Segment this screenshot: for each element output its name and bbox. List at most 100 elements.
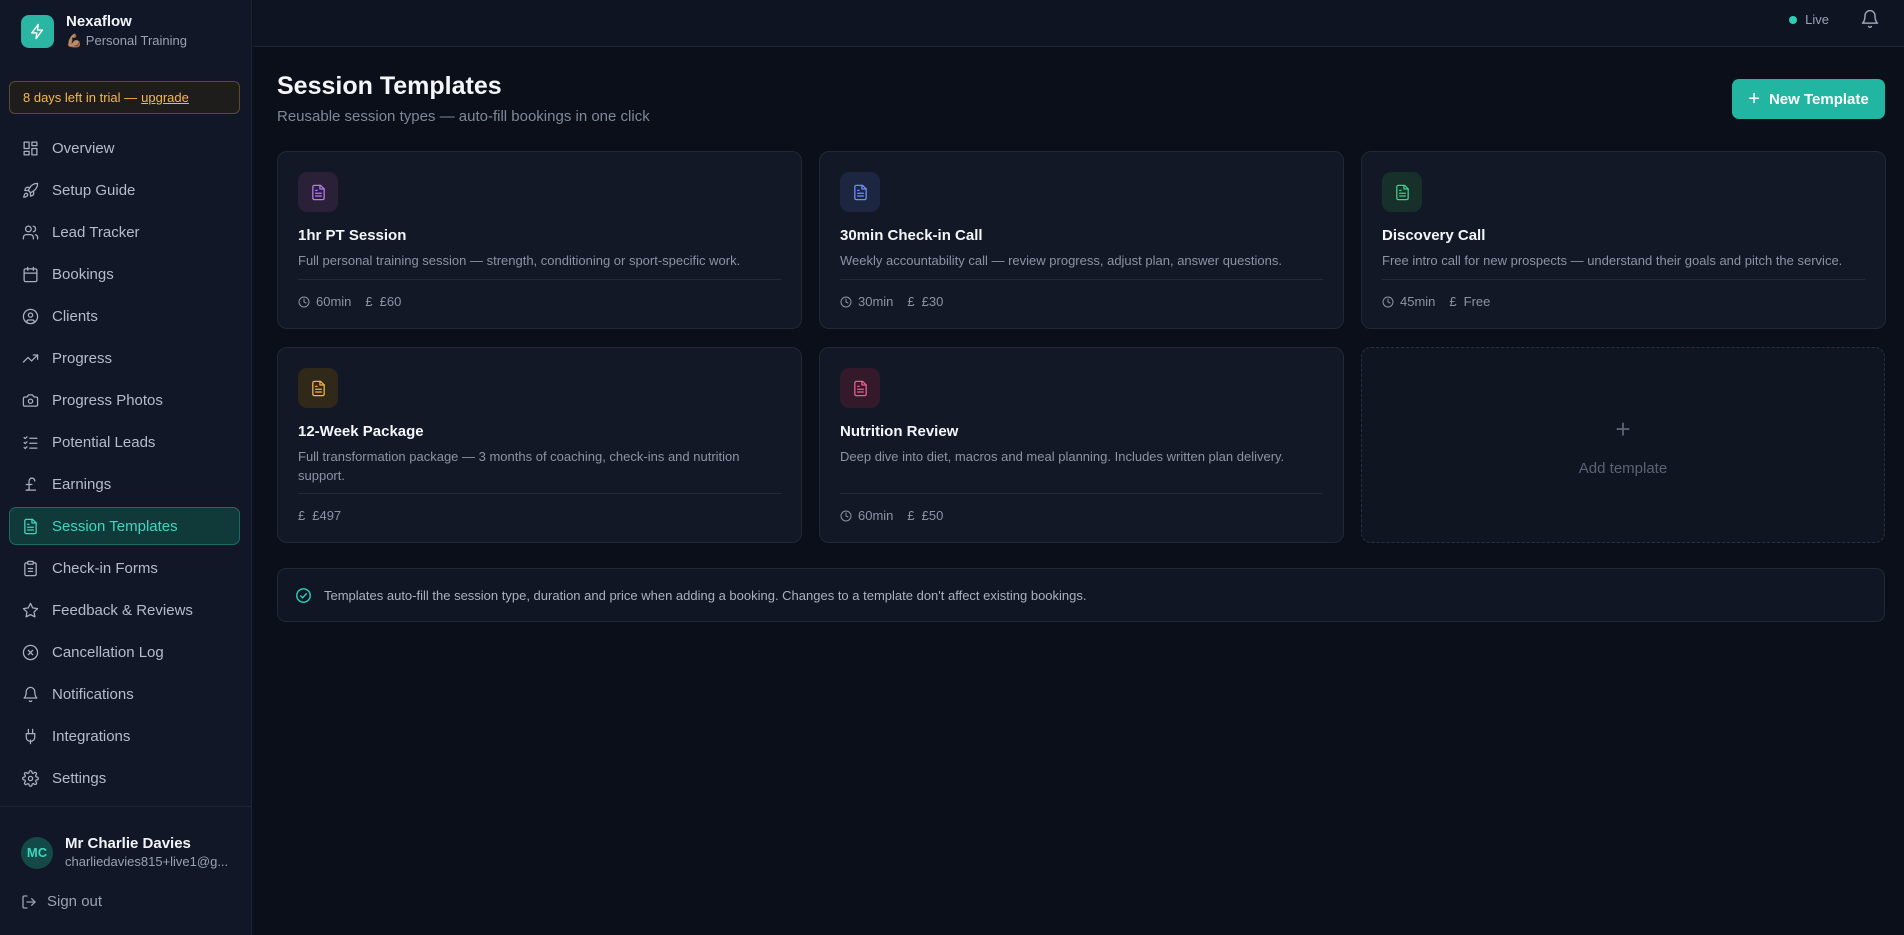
price-value: £497 bbox=[312, 508, 342, 523]
pound-icon: £ bbox=[907, 508, 915, 523]
template-card[interactable]: 1hr PT Session Full personal training ses… bbox=[277, 151, 802, 329]
live-status: Live bbox=[1789, 12, 1829, 27]
price-value: £60 bbox=[379, 294, 402, 309]
file-icon bbox=[1395, 184, 1409, 200]
sidebar-item-label: Settings bbox=[52, 769, 107, 787]
bell-icon bbox=[23, 686, 38, 702]
sidebar-item-label: Cancellation Log bbox=[52, 643, 164, 661]
sign-out-button[interactable]: Sign out bbox=[21, 893, 102, 910]
sidebar-item-progress[interactable]: Progress bbox=[9, 339, 240, 377]
plus-icon: + bbox=[1748, 88, 1760, 110]
sidebar-item-label: Clients bbox=[52, 307, 98, 325]
user-profile[interactable]: MC Mr Charlie Davies charliedavies815+li… bbox=[21, 835, 228, 870]
sidebar-item-notifications[interactable]: Notifications bbox=[9, 675, 240, 713]
add-template-card[interactable]: + Add template bbox=[1361, 347, 1885, 543]
sidebar-item-label: Overview bbox=[52, 139, 115, 157]
live-dot bbox=[1789, 15, 1798, 24]
template-title: 12-Week Package bbox=[298, 423, 424, 440]
sidebar-item-integrations[interactable]: Integrations bbox=[9, 717, 240, 755]
template-title: 1hr PT Session bbox=[298, 227, 407, 244]
sidebar-item-cancellation-log[interactable]: Cancellation Log bbox=[9, 633, 240, 671]
template-meta: £ £497 bbox=[298, 508, 355, 523]
template-title: 30min Check-in Call bbox=[840, 227, 983, 244]
template-meta: 30min £ £30 bbox=[840, 294, 957, 309]
template-card[interactable]: Nutrition Review Deep dive into diet, mac… bbox=[819, 347, 1344, 543]
live-label: Live bbox=[1805, 12, 1829, 27]
clipboard-icon bbox=[24, 560, 37, 576]
upgrade-link[interactable]: upgrade bbox=[141, 90, 189, 105]
sidebar-item-progress-photos[interactable]: Progress Photos bbox=[9, 381, 240, 419]
card-divider bbox=[840, 493, 1323, 494]
duration-value: 60min bbox=[858, 508, 894, 523]
clock-icon bbox=[840, 510, 852, 521]
sidebar-item-label: Bookings bbox=[52, 265, 114, 283]
template-description: Full personal training session — strengt… bbox=[298, 253, 741, 268]
lightning-icon bbox=[21, 14, 54, 48]
file-icon bbox=[311, 184, 325, 200]
sidebar-item-label: Progress bbox=[52, 349, 113, 367]
price-value: £30 bbox=[921, 294, 944, 309]
price: £ £497 bbox=[298, 508, 341, 523]
star-icon bbox=[22, 602, 39, 618]
template-card[interactable]: Discovery Call Free intro call for new pr… bbox=[1361, 151, 1886, 329]
template-card[interactable]: 30min Check-in Call Weekly accountability… bbox=[819, 151, 1344, 329]
new-template-button[interactable]: + New Template bbox=[1732, 79, 1885, 119]
sidebar-item-setup-guide[interactable]: Setup Guide bbox=[9, 171, 240, 209]
sidebar-item-potential-leads[interactable]: Potential Leads bbox=[9, 423, 240, 461]
x-circle-icon bbox=[22, 644, 39, 660]
template-description: Full transformation package — 3 months o… bbox=[298, 449, 740, 483]
template-icon-wrap bbox=[298, 368, 338, 408]
plug-icon bbox=[25, 728, 36, 744]
price: £ £50 bbox=[907, 508, 943, 523]
template-meta: 45min £ Free bbox=[1382, 294, 1504, 309]
price: £ £30 bbox=[907, 294, 943, 309]
file-icon bbox=[853, 380, 867, 396]
sidebar-item-label: Potential Leads bbox=[52, 433, 156, 451]
sidebar-item-label: Lead Tracker bbox=[52, 223, 140, 241]
sidebar-item-lead-tracker[interactable]: Lead Tracker bbox=[9, 213, 240, 251]
template-card[interactable]: 12-Week Package Full transformation packa… bbox=[277, 347, 802, 543]
template-description: Weekly accountability call — review prog… bbox=[840, 253, 1282, 268]
grid-icon bbox=[23, 140, 38, 156]
sidebar: Nexaflow 💪🏽 Personal Training 8 days lef… bbox=[0, 0, 252, 935]
card-divider bbox=[1382, 279, 1865, 280]
bell-icon[interactable] bbox=[1860, 9, 1880, 29]
trending-up-icon bbox=[22, 353, 39, 363]
template-icon-wrap bbox=[298, 172, 338, 212]
page-subtitle: Reusable session types — auto-fill booki… bbox=[277, 108, 650, 125]
user-name: Mr Charlie Davies bbox=[65, 835, 191, 852]
template-icon-wrap bbox=[840, 172, 880, 212]
sidebar-item-earnings[interactable]: Earnings bbox=[9, 465, 240, 503]
sign-out-label: Sign out bbox=[47, 893, 103, 910]
duration: 60min bbox=[298, 294, 351, 309]
info-text: Templates auto-fill the session type, du… bbox=[324, 587, 1087, 603]
duration: 60min bbox=[840, 508, 893, 523]
sidebar-item-overview[interactable]: Overview bbox=[9, 129, 240, 167]
user-circle-icon bbox=[22, 308, 39, 324]
trial-banner: 8 days left in trial — upgrade bbox=[9, 81, 240, 114]
gear-icon bbox=[22, 769, 39, 787]
brand[interactable]: Nexaflow 💪🏽 Personal Training bbox=[21, 13, 187, 49]
duration: 45min bbox=[1382, 294, 1435, 309]
duration-value: 30min bbox=[858, 294, 894, 309]
pound-icon: £ bbox=[365, 294, 373, 309]
duration: 30min bbox=[840, 294, 893, 309]
sidebar-item-bookings[interactable]: Bookings bbox=[9, 255, 240, 293]
sidebar-item-feedback-reviews[interactable]: Feedback & Reviews bbox=[9, 591, 240, 629]
sidebar-item-clients[interactable]: Clients bbox=[9, 297, 240, 335]
sidebar-item-label: Progress Photos bbox=[52, 391, 163, 409]
sidebar-item-label: Check-in Forms bbox=[52, 559, 158, 577]
template-description: Free intro call for new prospects — unde… bbox=[1382, 253, 1843, 268]
price-value: Free bbox=[1463, 294, 1491, 309]
sidebar-item-settings[interactable]: Settings bbox=[9, 759, 240, 797]
sidebar-item-session-templates[interactable]: Session Templates bbox=[9, 507, 240, 545]
brand-name: Nexaflow bbox=[66, 13, 132, 30]
brand-subtitle: 💪🏽 Personal Training bbox=[66, 33, 187, 48]
sidebar-item-label: Earnings bbox=[52, 475, 112, 493]
card-divider bbox=[840, 279, 1323, 280]
sidebar-item-check-in-forms[interactable]: Check-in Forms bbox=[9, 549, 240, 587]
pound-icon: £ bbox=[1449, 294, 1457, 309]
page-title: Session Templates bbox=[277, 72, 502, 100]
template-icon-wrap bbox=[840, 368, 880, 408]
clock-icon bbox=[840, 296, 852, 307]
